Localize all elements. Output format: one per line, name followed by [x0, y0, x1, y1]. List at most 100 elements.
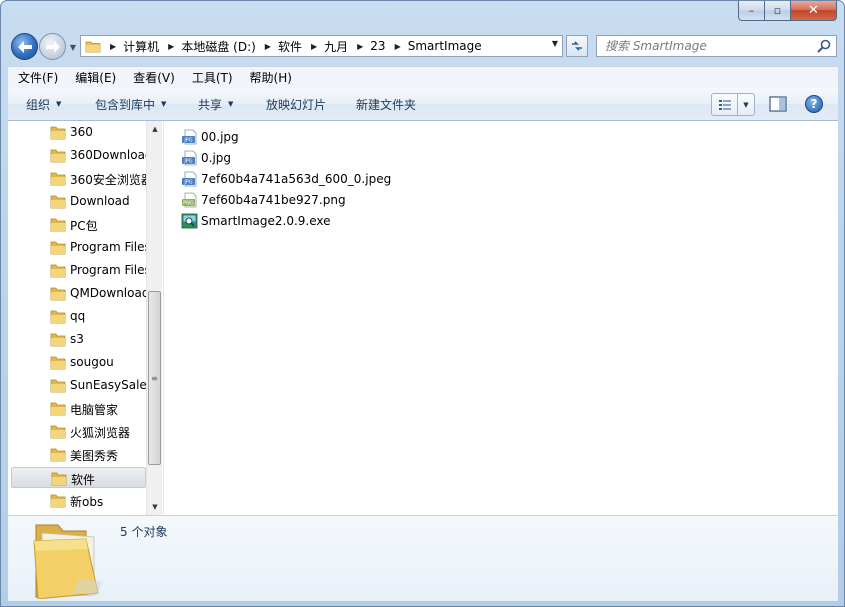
nav-tree-label: qq	[70, 309, 86, 323]
chevron-down-icon: ▼	[56, 100, 62, 108]
close-button[interactable]: ✕	[791, 1, 837, 21]
chevron-down-icon[interactable]: ▼	[738, 101, 754, 109]
chevron-down-icon: ▼	[161, 100, 167, 108]
breadcrumb-local-disk[interactable]: 本地磁盘 (D:)	[181, 38, 255, 55]
scroll-up-arrow[interactable]: ▲	[147, 121, 162, 137]
folder-icon	[50, 264, 66, 281]
forward-button[interactable]	[39, 33, 66, 60]
breadcrumb-separator[interactable]: ▶	[357, 42, 363, 51]
view-details-icon[interactable]	[712, 94, 738, 115]
nav-tree-item[interactable]: qq	[8, 306, 146, 327]
organize-button[interactable]: 组织 ▼	[26, 96, 61, 113]
help-icon[interactable]: ?	[805, 95, 823, 113]
address-bar[interactable]: ▶ 计算机 ▶ 本地磁盘 (D:) ▶ 软件 ▶ 九月 ▶ 23 ▶ Smart…	[80, 35, 563, 57]
breadcrumb-september[interactable]: 九月	[324, 38, 348, 55]
search-icon[interactable]	[817, 39, 831, 53]
nav-tree-item[interactable]: 360安全浏览器	[8, 168, 146, 189]
file-list-item[interactable]: JPG 7ef60b4a741a563d_600_0.jpeg	[181, 169, 391, 189]
item-count-text: 5 个对象	[120, 525, 168, 539]
recent-pages-dropdown[interactable]: ▼	[67, 37, 79, 57]
folder-icon	[85, 41, 101, 52]
folder-icon	[50, 425, 66, 442]
navigation-pane: 360 360Download 360安全浏览器 Download PC包 Program…	[8, 121, 162, 515]
file-list-item[interactable]: JPG 00.jpg	[181, 127, 239, 147]
folder-icon	[50, 126, 66, 143]
nav-tree-item[interactable]: Program Files	[8, 237, 146, 258]
file-list-item[interactable]: JPG 0.jpg	[181, 148, 231, 168]
png-file-icon: PNG	[181, 192, 199, 208]
nav-tree-label: sougou	[70, 355, 114, 369]
nav-tree-item[interactable]: QMDownload	[8, 283, 146, 304]
menu-help[interactable]: 帮助(H)	[245, 69, 297, 86]
include-in-library-label: 包含到库中	[95, 97, 156, 112]
chevron-down-icon: ▼	[228, 100, 234, 108]
scroll-down-arrow[interactable]: ▼	[147, 499, 162, 515]
breadcrumb-separator[interactable]: ▶	[311, 42, 317, 51]
svg-text:PNG: PNG	[183, 201, 194, 207]
folder-icon	[50, 195, 66, 212]
breadcrumb-smartimage[interactable]: SmartImage	[408, 39, 482, 53]
preview-pane-icon[interactable]	[769, 96, 787, 112]
share-label: 共享	[198, 97, 223, 112]
include-in-library-button[interactable]: 包含到库中 ▼	[95, 96, 166, 113]
nav-tree-item[interactable]: 火狐浏览器	[8, 421, 146, 442]
search-input[interactable]	[605, 37, 815, 55]
minimize-button[interactable]: –	[738, 1, 765, 21]
breadcrumb-separator[interactable]: ▶	[110, 42, 116, 51]
nav-tree-item[interactable]: 电脑管家	[8, 398, 146, 419]
nav-tree-item[interactable]: Download	[8, 191, 146, 212]
menu-file[interactable]: 文件(F)	[13, 69, 63, 86]
jpg-file-icon: JPG	[181, 171, 199, 187]
nav-tree-item[interactable]: s3	[8, 329, 146, 350]
nav-tree-label: 电脑管家	[70, 403, 119, 417]
menu-view[interactable]: 查看(V)	[128, 69, 180, 86]
nav-pane-scrollbar[interactable]: ▲ ≡ ▼	[146, 121, 162, 515]
maximize-button[interactable]: ▫	[765, 1, 791, 21]
refresh-button[interactable]	[566, 35, 588, 57]
folder-icon	[50, 379, 66, 396]
nav-tree-item[interactable]: 360Download	[8, 145, 146, 166]
navigation-bar: ▼ ▶ 计算机 ▶ 本地磁盘 (D:) ▶ 软件 ▶ 九月 ▶ 23 ▶ Sma…	[1, 29, 844, 63]
breadcrumb-separator[interactable]: ▶	[395, 42, 401, 51]
file-name: 7ef60b4a741a563d_600_0.jpeg	[201, 172, 392, 186]
nav-tree-item[interactable]: 360	[8, 122, 146, 143]
nav-tree-label: 360Download	[70, 148, 146, 162]
slideshow-button[interactable]: 放映幻灯片	[266, 96, 326, 113]
nav-tree-item[interactable]: SunEasySale	[8, 375, 146, 396]
file-list-item[interactable]: PNG 7ef60b4a741be927.png	[181, 190, 346, 210]
nav-tree-label: 360	[70, 125, 93, 139]
change-view-button[interactable]: ▼	[711, 93, 755, 116]
new-folder-label: 新建文件夹	[356, 97, 417, 112]
breadcrumb-separator[interactable]: ▶	[168, 42, 174, 51]
back-button[interactable]	[11, 33, 38, 60]
svg-text:JPG: JPG	[183, 159, 192, 165]
folder-icon	[50, 494, 66, 511]
nav-tree-item[interactable]: sougou	[8, 352, 146, 373]
nav-tree-label: 360安全浏览器	[70, 173, 146, 187]
breadcrumb-separator[interactable]: ▶	[265, 42, 271, 51]
folder-icon	[50, 333, 66, 350]
file-list-item[interactable]: SmartImage2.0.9.exe	[181, 211, 331, 231]
scroll-thumb[interactable]: ≡	[148, 291, 161, 465]
folder-icon	[51, 472, 67, 489]
menu-tools[interactable]: 工具(T)	[187, 69, 238, 86]
nav-tree-label: Program Files	[70, 240, 146, 254]
breadcrumb-software[interactable]: 软件	[278, 38, 302, 55]
address-dropdown-icon[interactable]: ▼	[552, 39, 558, 48]
menu-edit[interactable]: 编辑(E)	[70, 69, 121, 86]
share-button[interactable]: 共享 ▼	[198, 96, 233, 113]
breadcrumb-computer[interactable]: 计算机	[123, 38, 159, 55]
nav-tree-item[interactable]: 软件	[11, 467, 146, 488]
menu-bar: 文件(F) 编辑(E) 查看(V) 工具(T) 帮助(H)	[8, 66, 838, 88]
folder-icon	[50, 218, 66, 235]
file-name: 00.jpg	[201, 130, 239, 144]
search-box[interactable]	[596, 35, 837, 57]
slideshow-label: 放映幻灯片	[266, 97, 327, 112]
nav-tree-item[interactable]: 新obs	[8, 490, 146, 511]
nav-tree-item[interactable]: PC包	[8, 214, 146, 235]
breadcrumb-23[interactable]: 23	[370, 39, 385, 53]
nav-tree-item[interactable]: 美图秀秀	[8, 444, 146, 465]
new-folder-button[interactable]: 新建文件夹	[356, 96, 416, 113]
nav-tree-item[interactable]: Program Files	[8, 260, 146, 281]
svg-text:JPG: JPG	[183, 180, 192, 186]
